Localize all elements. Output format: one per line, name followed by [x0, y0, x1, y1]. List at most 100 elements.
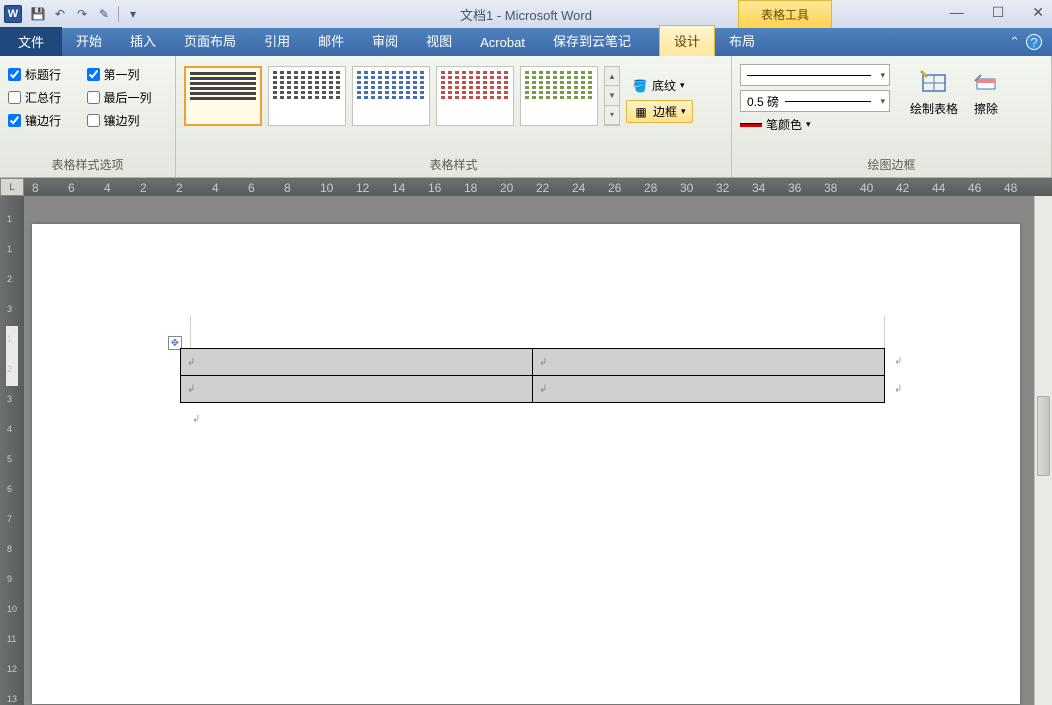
minimize-ribbon-icon[interactable]: ⌃ [1009, 34, 1020, 50]
eraser-icon [970, 66, 1002, 98]
scrollbar-thumb[interactable] [1037, 396, 1050, 476]
qat-separator [118, 6, 119, 22]
eraser-button[interactable]: 擦除 [968, 64, 1004, 119]
table-cell[interactable]: ↲ [533, 349, 885, 376]
ruler-tick: 2 [7, 274, 12, 284]
style-gallery-scroll: ▲ ▼ ▾ [604, 66, 620, 126]
undo-icon[interactable]: ↶ [52, 6, 68, 22]
ruler-tick: 48 [1004, 181, 1017, 195]
window-controls: — ☐ ✕ [950, 4, 1044, 21]
tab-table-layout[interactable]: 布局 [715, 26, 769, 56]
draw-table-icon [918, 66, 950, 98]
chevron-down-icon: ▾ [680, 80, 685, 91]
ruler-tick: 30 [680, 181, 693, 195]
gallery-scroll-up-icon[interactable]: ▲ [605, 67, 619, 86]
document-title: 文档1 - Microsoft Word [460, 5, 592, 24]
vertical-ruler[interactable]: 112312345678910111213 [0, 196, 24, 705]
ruler-tick: 12 [7, 664, 17, 674]
borders-button[interactable]: ▦ 边框 ▾ [626, 100, 693, 123]
ruler-tick: 9 [7, 574, 12, 584]
ruler-tick: 38 [824, 181, 837, 195]
chevron-down-icon: ▾ [806, 119, 811, 130]
ruler-tick: 18 [464, 181, 477, 195]
save-icon[interactable]: 💾 [30, 6, 46, 22]
table-row: ↲↲ [181, 376, 885, 403]
check-banded-columns[interactable]: 镶边列 [87, 112, 168, 129]
gallery-expand-icon[interactable]: ▾ [605, 106, 619, 125]
tab-view[interactable]: 视图 [412, 26, 466, 56]
ruler-tick: 14 [392, 181, 405, 195]
check-header-row[interactable]: 标题行 [8, 66, 77, 83]
ruler-tick: 26 [608, 181, 621, 195]
document-page[interactable]: ✥ ↲↲ ↲↲ ↲ ↲ ↲ [32, 224, 1020, 704]
tab-selector-icon[interactable]: L [0, 178, 24, 196]
draw-table-button[interactable]: 绘制表格 [908, 64, 960, 119]
tab-file[interactable]: 文件 [0, 27, 62, 56]
check-first-column[interactable]: 第一列 [87, 66, 168, 83]
check-total-row[interactable]: 汇总行 [8, 89, 77, 106]
ruler-tick: 10 [7, 604, 17, 614]
ruler-tick: 12 [356, 181, 369, 195]
minimize-button[interactable]: — [950, 4, 964, 21]
ruler-tick: 6 [68, 181, 75, 195]
ribbon: 标题行 第一列 汇总行 最后一列 镶边行 镶边列 表格样式选项 ➤ [0, 56, 1052, 178]
row-end-mark-icon: ↲ [894, 356, 902, 367]
table-cell[interactable]: ↲ [533, 376, 885, 403]
line-style-selector[interactable] [740, 64, 890, 86]
table-style-plain-grid[interactable] [184, 66, 262, 126]
ruler-tick: 34 [752, 181, 765, 195]
tab-review[interactable]: 审阅 [358, 26, 412, 56]
table-cell[interactable]: ↲ [181, 376, 533, 403]
ruler-tick: 42 [896, 181, 909, 195]
check-banded-rows[interactable]: 镶边行 [8, 112, 77, 129]
tab-insert[interactable]: 插入 [116, 26, 170, 56]
word-app-icon: W [4, 5, 22, 23]
ruler-tick: 11 [7, 634, 16, 644]
close-button[interactable]: ✕ [1032, 4, 1044, 21]
document-table[interactable]: ↲↲ ↲↲ [180, 348, 885, 403]
redo-icon[interactable]: ↷ [74, 6, 90, 22]
ruler-tick: 8 [32, 181, 39, 195]
ruler-tick: 7 [7, 514, 12, 524]
ruler-tick: 10 [320, 181, 333, 195]
maximize-button[interactable]: ☐ [992, 4, 1005, 21]
ruler-tick: 1 [7, 214, 12, 224]
quick-access-toolbar: 💾 ↶ ↷ ✎ ▾ [26, 6, 145, 22]
table-style-dash-1[interactable] [268, 66, 346, 126]
ruler-tick: 2 [176, 181, 183, 195]
table-style-red[interactable] [436, 66, 514, 126]
ruler-tick: 20 [500, 181, 513, 195]
tab-acrobat[interactable]: Acrobat [466, 30, 539, 56]
vertical-scrollbar[interactable] [1034, 196, 1052, 705]
line-weight-selector[interactable]: 0.5 磅 [740, 90, 890, 112]
borders-grid-icon: ▦ [633, 104, 649, 120]
tab-cloud-save[interactable]: 保存到云笔记 [539, 26, 645, 56]
horizontal-ruler[interactable]: L 86422468101214161820222426283032343638… [0, 178, 1052, 196]
ruler-tick: 6 [248, 181, 255, 195]
tab-home[interactable]: 开始 [62, 26, 116, 56]
ruler-tick: 2 [140, 181, 147, 195]
ruler-tick: 3 [7, 304, 12, 314]
document-area: 112312345678910111213 ✥ ↲↲ ↲↲ ↲ ↲ ↲ [0, 196, 1052, 705]
tab-table-design[interactable]: 设计 [659, 25, 715, 56]
row-end-mark-icon: ↲ [894, 384, 902, 395]
shading-button[interactable]: 🪣 底纹 ▾ [626, 75, 693, 96]
ruler-tick: 44 [932, 181, 945, 195]
tab-page-layout[interactable]: 页面布局 [170, 26, 250, 56]
ruler-tick: 13 [7, 694, 17, 704]
tab-mailings[interactable]: 邮件 [304, 26, 358, 56]
qat-customize-icon[interactable]: ▾ [125, 6, 141, 22]
table-style-blue[interactable] [352, 66, 430, 126]
check-last-column[interactable]: 最后一列 [87, 89, 168, 106]
chevron-down-icon: ▾ [681, 106, 686, 117]
ruler-tick: 3 [7, 394, 12, 404]
gallery-scroll-down-icon[interactable]: ▼ [605, 86, 619, 105]
ruler-tick: 1 [7, 244, 12, 254]
ruler-tick: 8 [284, 181, 291, 195]
pen-color-button[interactable]: 笔颜色 ▾ [740, 116, 890, 133]
help-icon[interactable]: ? [1026, 34, 1042, 50]
brush-icon[interactable]: ✎ [96, 6, 112, 22]
table-style-green[interactable] [520, 66, 598, 126]
table-cell[interactable]: ↲ [181, 349, 533, 376]
tab-references[interactable]: 引用 [250, 26, 304, 56]
